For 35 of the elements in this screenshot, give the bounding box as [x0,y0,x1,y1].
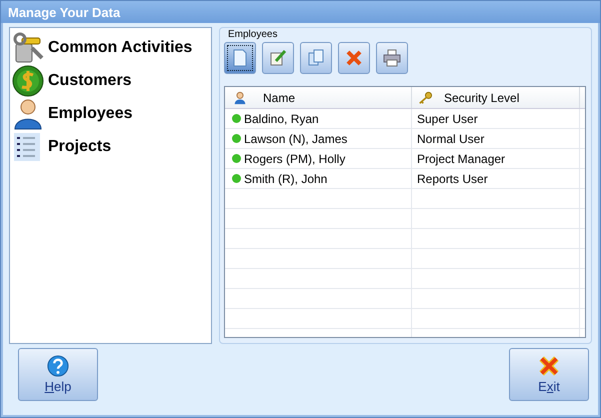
person-icon [12,98,44,130]
person-icon [233,90,247,104]
column-header[interactable]: Security Level [412,87,580,108]
employee-name: Smith (R), John [244,172,328,186]
sidebar-item[interactable]: Customers [12,64,209,97]
tools-icon [12,32,44,64]
sidebar-item[interactable]: Employees [12,97,209,130]
key-icon [418,90,432,104]
documents-icon [307,49,325,67]
new-button[interactable] [224,42,256,74]
employee-name: Baldino, Ryan [244,112,319,126]
printer-icon [383,49,401,67]
table-cell: Project Manager [412,149,580,168]
cross-icon [345,49,363,67]
employee-name: Rogers (PM), Holly [244,152,346,166]
help-button[interactable]: Help [18,348,98,401]
sidebar-item[interactable]: Projects [12,130,209,163]
sidebar-item[interactable]: Common Activities [12,31,209,64]
pencil-note-icon [269,49,287,67]
column-header[interactable]: Name [225,87,412,108]
group-title: Employees [228,29,278,40]
edit-button[interactable] [262,42,294,74]
table-cell: Reports User [412,169,580,188]
table-cell: Normal User [412,129,580,148]
employee-name: Lawson (N), James [244,132,348,146]
document-icon [231,49,249,67]
cross-icon [538,355,560,377]
exit-button[interactable]: Exit [509,348,589,401]
copy-button[interactable] [300,42,332,74]
table-cell: Super User [412,109,580,128]
dollar-coin-icon [12,64,44,96]
delete-button[interactable] [338,42,370,74]
question-icon [47,355,69,377]
print-button[interactable] [376,42,408,74]
window-title: Manage Your Data [8,4,120,20]
